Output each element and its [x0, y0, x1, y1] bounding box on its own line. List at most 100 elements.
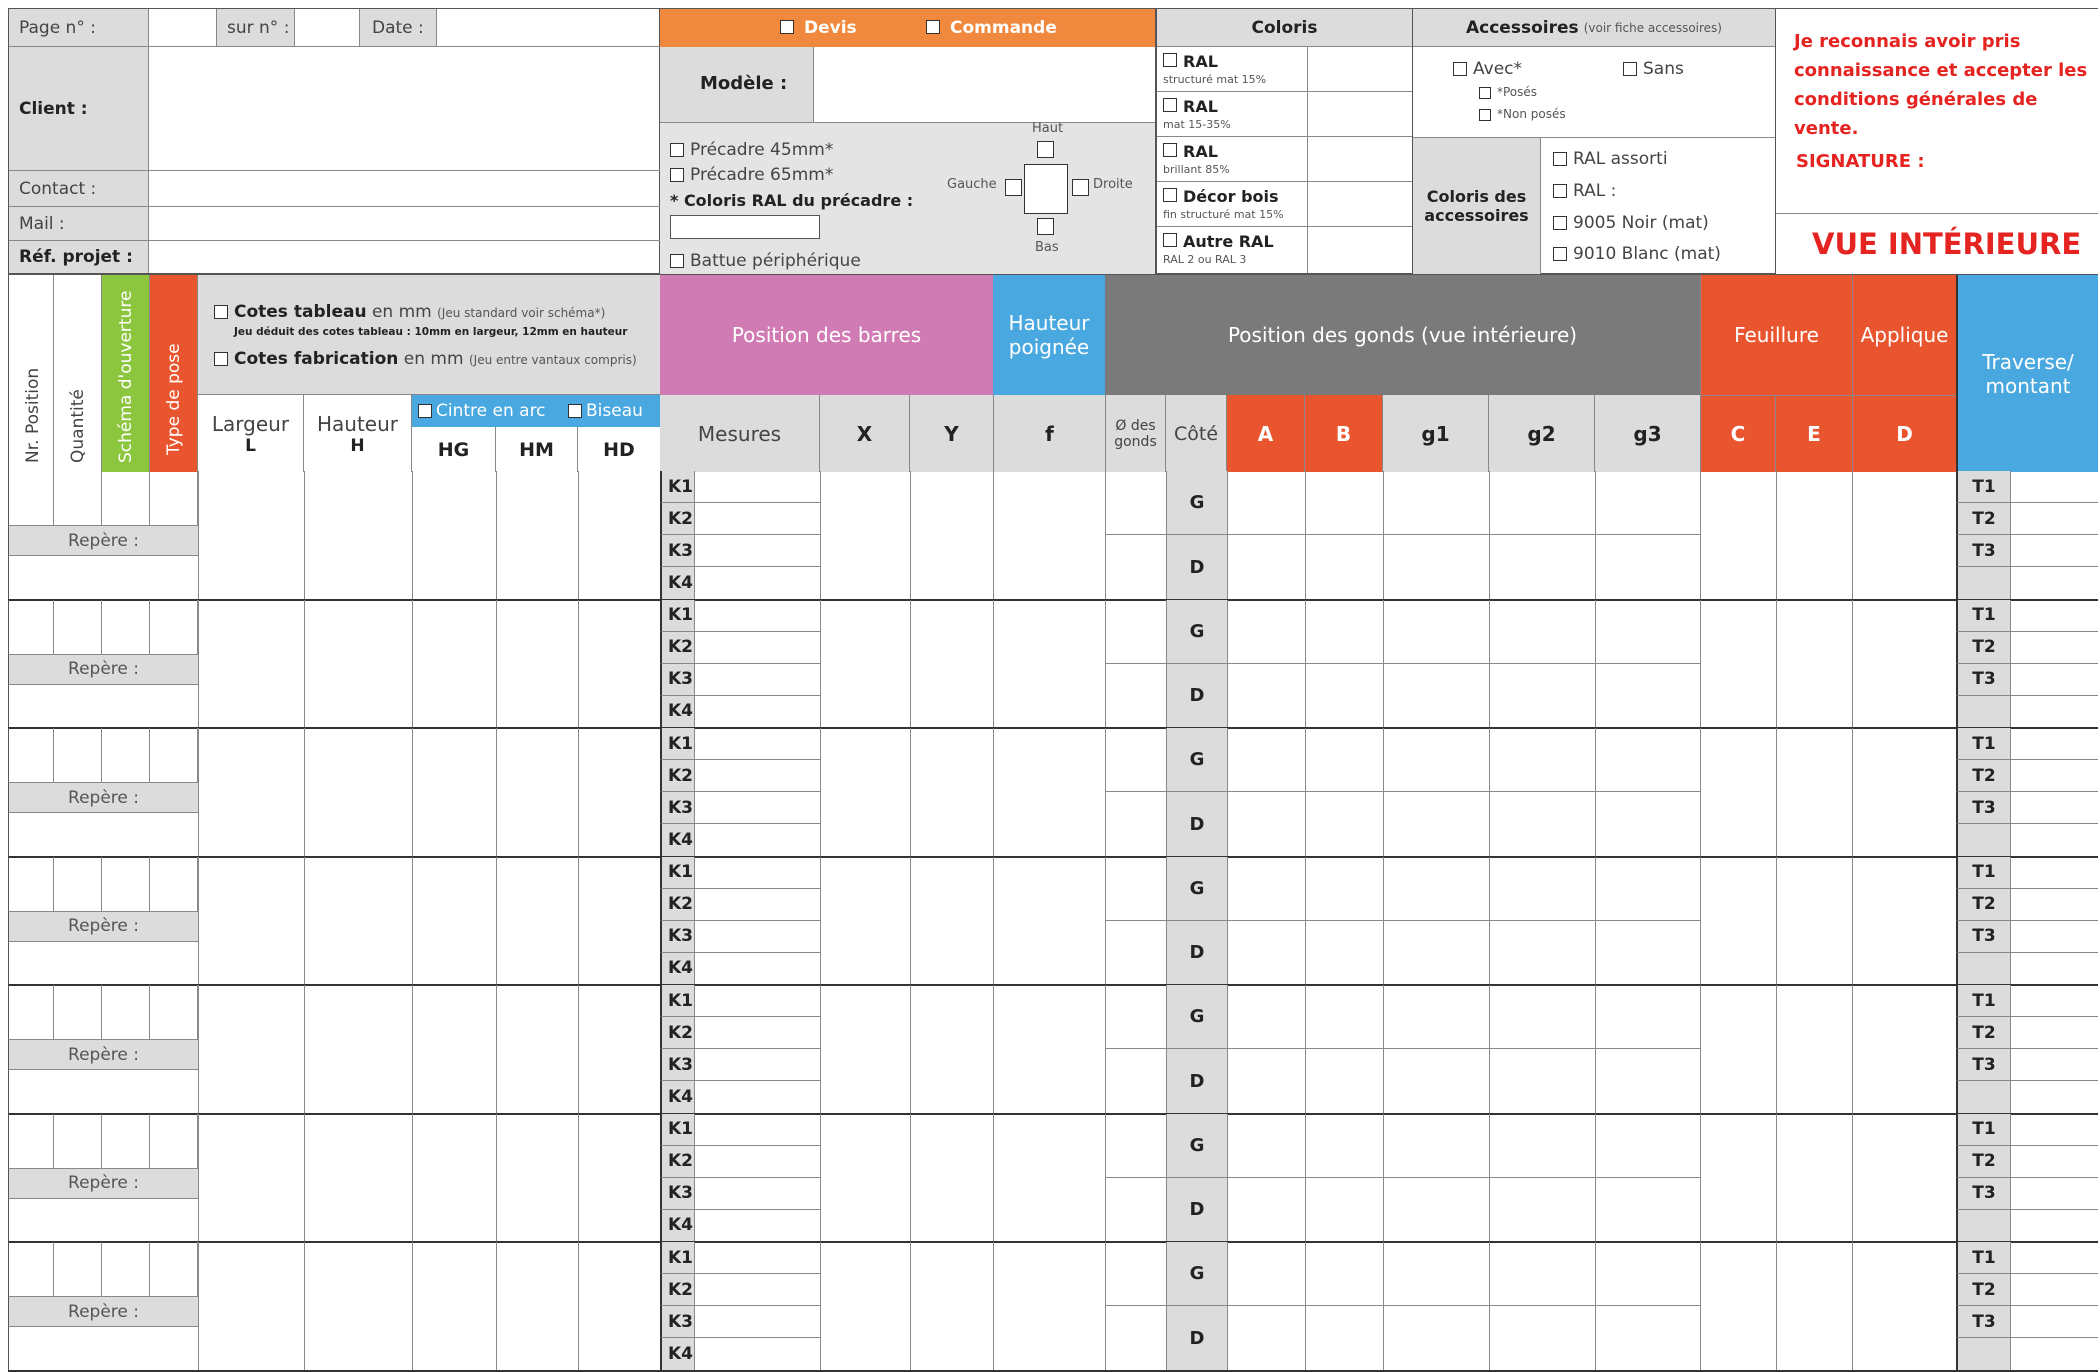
gond-cell[interactable] [1595, 1306, 1700, 1371]
y-cell[interactable] [910, 985, 993, 1114]
t-cell[interactable] [2010, 920, 2098, 953]
dimension-cell[interactable] [304, 1242, 412, 1371]
commande-checkbox[interactable] [926, 20, 940, 34]
gond-cell[interactable] [1489, 985, 1595, 1050]
t-cell[interactable] [2010, 567, 2098, 600]
t-cell[interactable] [2010, 856, 2098, 889]
rebate-cell[interactable] [1700, 1113, 1776, 1242]
row-small-cell[interactable] [150, 728, 198, 782]
mesure-cell[interactable] [694, 567, 820, 600]
row-small-cell[interactable] [8, 1113, 54, 1168]
dimension-cell[interactable] [412, 1242, 496, 1371]
biseau-checkbox[interactable] [568, 404, 582, 418]
row-small-cell[interactable] [150, 856, 198, 911]
acc-option-3-checkbox[interactable] [1553, 216, 1567, 230]
gond-cell[interactable] [1595, 856, 1700, 921]
repere-input[interactable] [8, 813, 198, 857]
row-small-cell[interactable] [102, 856, 150, 911]
rebate-cell[interactable] [1776, 728, 1852, 857]
gond-cell[interactable] [1305, 599, 1383, 664]
gond-cell[interactable] [1383, 1306, 1489, 1371]
coloris-checkbox-2[interactable] [1163, 98, 1177, 112]
gond-cell[interactable] [1489, 1306, 1595, 1371]
mesure-cell[interactable] [694, 985, 820, 1018]
diam-cell[interactable] [1105, 535, 1166, 600]
mesure-cell[interactable] [694, 1274, 820, 1307]
repere-input[interactable] [8, 941, 198, 985]
gond-cell[interactable] [1227, 1306, 1305, 1371]
page-input[interactable] [149, 9, 217, 47]
mesure-cell[interactable] [694, 599, 820, 632]
gond-cell[interactable] [1489, 920, 1595, 985]
t-cell[interactable] [2010, 535, 2098, 568]
gond-cell[interactable] [1595, 985, 1700, 1050]
f-cell[interactable] [993, 1113, 1105, 1242]
mesure-cell[interactable] [694, 631, 820, 664]
gond-cell[interactable] [1595, 920, 1700, 985]
rebate-cell[interactable] [1852, 1113, 1956, 1242]
cotes-fab-checkbox[interactable] [214, 352, 228, 366]
gond-cell[interactable] [1305, 1113, 1383, 1178]
row-small-cell[interactable] [54, 856, 102, 911]
gond-cell[interactable] [1305, 1049, 1383, 1114]
bas-checkbox[interactable] [1037, 218, 1054, 235]
y-cell[interactable] [910, 856, 993, 985]
mesure-cell[interactable] [694, 824, 820, 857]
t-cell[interactable] [2010, 1113, 2098, 1146]
row-small-cell[interactable] [54, 471, 102, 525]
x-cell[interactable] [820, 599, 910, 728]
dimension-cell[interactable] [304, 1113, 412, 1242]
dimension-cell[interactable] [198, 1242, 304, 1371]
t-cell[interactable] [2010, 1081, 2098, 1114]
repere-input[interactable] [8, 684, 198, 728]
row-small-cell[interactable] [150, 471, 198, 525]
coloris-item-5[interactable]: Autre RAL RAL 2 ou RAL 3 [1157, 227, 1412, 273]
mesure-cell[interactable] [694, 888, 820, 921]
mesure-cell[interactable] [694, 760, 820, 793]
gond-cell[interactable] [1595, 1113, 1700, 1178]
dimension-cell[interactable] [496, 1113, 578, 1242]
t-cell[interactable] [2010, 1306, 2098, 1339]
dimension-cell[interactable] [496, 471, 578, 600]
coloris-item-2[interactable]: RAL mat 15-35% [1157, 92, 1412, 137]
row-small-cell[interactable] [102, 985, 150, 1039]
gond-cell[interactable] [1305, 1306, 1383, 1371]
diam-cell[interactable] [1105, 920, 1166, 985]
gond-cell[interactable] [1489, 792, 1595, 857]
dimension-cell[interactable] [304, 599, 412, 728]
sans-checkbox[interactable] [1623, 62, 1637, 76]
gond-cell[interactable] [1227, 1113, 1305, 1178]
gond-cell[interactable] [1489, 599, 1595, 664]
coloris-item-1[interactable]: RAL structuré mat 15% [1157, 47, 1412, 92]
t-cell[interactable] [2010, 599, 2098, 632]
rebate-cell[interactable] [1700, 985, 1776, 1114]
dimension-cell[interactable] [412, 856, 496, 985]
coloris-item-3[interactable]: RAL brillant 85% [1157, 137, 1412, 182]
coloris-checkbox-1[interactable] [1163, 53, 1177, 67]
rebate-cell[interactable] [1776, 985, 1852, 1114]
mesure-cell[interactable] [694, 920, 820, 953]
t-cell[interactable] [2010, 1049, 2098, 1082]
dimension-cell[interactable] [578, 985, 660, 1114]
row-small-cell[interactable] [102, 728, 150, 782]
mesure-cell[interactable] [694, 503, 820, 536]
t-cell[interactable] [2010, 760, 2098, 793]
rebate-cell[interactable] [1852, 856, 1956, 985]
gond-cell[interactable] [1305, 1242, 1383, 1307]
row-small-cell[interactable] [8, 728, 54, 782]
rebate-cell[interactable] [1852, 1242, 1956, 1371]
rebate-cell[interactable] [1852, 599, 1956, 728]
gond-cell[interactable] [1595, 599, 1700, 664]
dimension-cell[interactable] [578, 599, 660, 728]
gond-cell[interactable] [1227, 1049, 1305, 1114]
row-small-cell[interactable] [54, 1242, 102, 1296]
f-cell[interactable] [993, 471, 1105, 600]
diam-cell[interactable] [1105, 985, 1166, 1050]
row-small-cell[interactable] [54, 1113, 102, 1168]
gauche-checkbox[interactable] [1005, 179, 1022, 196]
mesure-cell[interactable] [694, 1113, 820, 1146]
y-cell[interactable] [910, 599, 993, 728]
gond-cell[interactable] [1595, 792, 1700, 857]
gond-cell[interactable] [1383, 1242, 1489, 1307]
diam-cell[interactable] [1105, 792, 1166, 857]
